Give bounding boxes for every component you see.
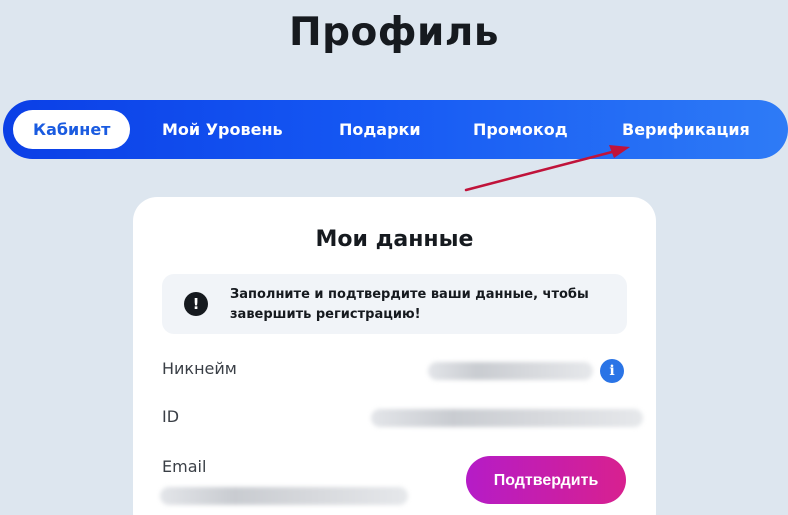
- tab-verification[interactable]: Верификация: [622, 100, 750, 159]
- tab-gifts[interactable]: Подарки: [339, 100, 421, 159]
- exclamation-icon: !: [184, 292, 208, 316]
- id-label: ID: [162, 407, 180, 426]
- tab-promocode[interactable]: Промокод: [473, 100, 568, 159]
- id-value-blurred: [371, 409, 643, 427]
- nickname-label: Никнейм: [162, 359, 237, 378]
- notice-text: Заполните и подтвердите ваши данные, что…: [230, 287, 589, 322]
- card-title: Мои данные: [315, 227, 474, 252]
- tab-my-level[interactable]: Мой Уровень: [162, 100, 283, 159]
- tab-bar: Кабинет Мой Уровень Подарки Промокод Вер…: [3, 100, 788, 159]
- page-title: Профиль: [288, 10, 500, 55]
- profile-data-card: Мои данные ! Заполните и подтвердите ваш…: [133, 197, 656, 515]
- confirm-button[interactable]: Подтвердить: [466, 456, 626, 504]
- info-icon[interactable]: i: [600, 359, 624, 383]
- tab-cabinet[interactable]: Кабинет: [13, 110, 131, 149]
- email-label: Email: [162, 457, 207, 476]
- email-value-blurred: [160, 487, 408, 505]
- nickname-value-blurred: [428, 362, 593, 380]
- registration-notice: ! Заполните и подтвердите ваши данные, ч…: [162, 274, 627, 334]
